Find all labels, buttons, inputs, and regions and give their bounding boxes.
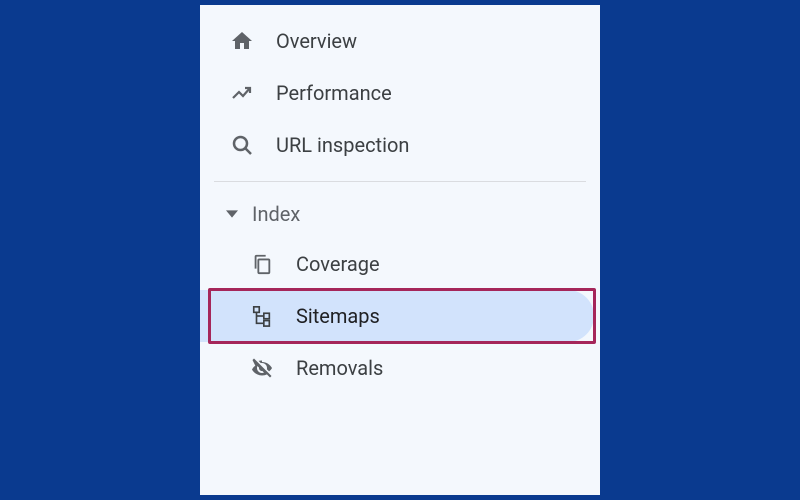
home-icon (230, 29, 254, 53)
sidebar-item-label: Coverage (296, 252, 380, 276)
sidebar-item-label: Performance (276, 81, 392, 105)
sidebar-item-label: Sitemaps (296, 304, 380, 328)
sidebar-item-url-inspection[interactable]: URL inspection (200, 119, 600, 171)
section-header-label: Index (252, 202, 300, 226)
caret-down-icon (220, 208, 244, 220)
sidebar-item-label: Removals (296, 356, 383, 380)
sidebar-item-coverage[interactable]: Coverage (200, 238, 600, 290)
sidebar-item-overview[interactable]: Overview (200, 15, 600, 67)
sidebar-item-label: Overview (276, 29, 357, 53)
divider (214, 181, 586, 182)
section-header-index[interactable]: Index (200, 190, 600, 238)
trending-icon (230, 81, 254, 105)
sidebar-item-label: URL inspection (276, 133, 409, 157)
sidebar-item-sitemaps[interactable]: Sitemaps (200, 290, 594, 342)
copy-icon (250, 252, 274, 276)
visibility-off-icon (250, 356, 274, 380)
sidebar-panel: Overview Performance URL inspection Inde… (200, 5, 600, 495)
sidebar-item-removals[interactable]: Removals (200, 342, 600, 394)
sidebar-item-performance[interactable]: Performance (200, 67, 600, 119)
section-items: Coverage Sitemaps Removals (200, 238, 600, 394)
tree-icon (250, 304, 274, 328)
search-icon (230, 133, 254, 157)
